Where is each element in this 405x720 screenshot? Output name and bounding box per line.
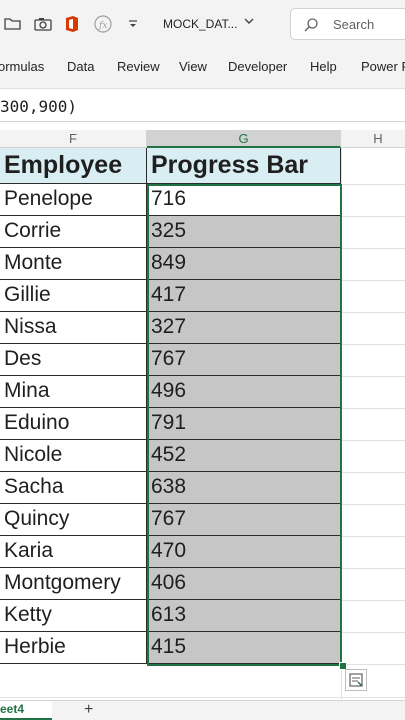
- gridline: [342, 344, 405, 345]
- employee-cell[interactable]: Ketty: [0, 600, 147, 632]
- gridline: [342, 184, 405, 185]
- employee-cell[interactable]: Sacha: [0, 472, 147, 504]
- employee-cell[interactable]: Montgomery: [0, 568, 147, 600]
- header-cell-employee[interactable]: Employee: [0, 148, 147, 184]
- gridline: [342, 472, 405, 473]
- progress-value-cell[interactable]: 767: [147, 504, 341, 536]
- gridline: [341, 148, 342, 700]
- progress-value-cell[interactable]: 415: [147, 632, 341, 664]
- employee-cell[interactable]: Mina: [0, 376, 147, 408]
- quick-analysis-icon: [349, 673, 363, 687]
- tab-power-pivot[interactable]: Power P: [361, 59, 405, 74]
- column-headers: F G H: [0, 130, 405, 148]
- gridline: [342, 568, 405, 569]
- tab-view[interactable]: View: [179, 59, 207, 74]
- progress-value-cell[interactable]: 417: [147, 280, 341, 312]
- gridline: [342, 600, 405, 601]
- formula-bar[interactable]: 300,900): [0, 88, 405, 122]
- gridline: [342, 280, 405, 281]
- employee-cell[interactable]: Monte: [0, 248, 147, 280]
- gridline: [342, 248, 405, 249]
- open-folder-icon[interactable]: [4, 16, 22, 32]
- tab-data[interactable]: Data: [67, 59, 94, 74]
- gridline: [0, 697, 405, 698]
- search-input[interactable]: Search: [290, 8, 405, 40]
- formula-text[interactable]: 300,900): [0, 97, 77, 116]
- file-name[interactable]: MOCK_DAT...: [163, 17, 237, 31]
- tab-formulas[interactable]: ormulas: [0, 59, 44, 74]
- employee-cell[interactable]: Eduino: [0, 408, 147, 440]
- gridline: [342, 216, 405, 217]
- tab-developer[interactable]: Developer: [228, 59, 287, 74]
- employee-cell[interactable]: Nissa: [0, 312, 147, 344]
- column-header-f[interactable]: F: [0, 130, 147, 148]
- progress-value-cell[interactable]: 327: [147, 312, 341, 344]
- employee-cell[interactable]: Karia: [0, 536, 147, 568]
- svg-text:fx: fx: [98, 21, 107, 31]
- employee-cell[interactable]: Quincy: [0, 504, 147, 536]
- gridline: [342, 408, 405, 409]
- add-sheet-button[interactable]: +: [84, 701, 93, 719]
- sheet-tab-bar: eet4 +: [0, 700, 405, 720]
- employee-cell[interactable]: Gillie: [0, 280, 147, 312]
- quick-analysis-button[interactable]: [345, 669, 367, 691]
- formula-fx-icon[interactable]: fx: [94, 15, 112, 33]
- column-header-g[interactable]: G: [147, 130, 341, 148]
- gridline: [342, 664, 405, 665]
- tab-review[interactable]: Review: [117, 59, 160, 74]
- gridline: [342, 504, 405, 505]
- search-icon: [303, 17, 319, 33]
- progress-value-cell[interactable]: 791: [147, 408, 341, 440]
- employee-cell[interactable]: Des: [0, 344, 147, 376]
- gridline: [342, 312, 405, 313]
- progress-value-cell[interactable]: 325: [147, 216, 341, 248]
- gridline: [342, 376, 405, 377]
- progress-value-cell[interactable]: 496: [147, 376, 341, 408]
- employee-cell[interactable]: Corrie: [0, 216, 147, 248]
- progress-value-cell[interactable]: 470: [147, 536, 341, 568]
- progress-value-cell[interactable]: 613: [147, 600, 341, 632]
- gridline: [342, 440, 405, 441]
- progress-value-cell[interactable]: 406: [147, 568, 341, 600]
- employee-cell[interactable]: Herbie: [0, 632, 147, 664]
- office-icon[interactable]: [63, 16, 81, 32]
- progress-value-cell[interactable]: 767: [147, 344, 341, 376]
- progress-value-cell[interactable]: 452: [147, 440, 341, 472]
- customize-toolbar-icon[interactable]: [124, 16, 142, 32]
- gridline: [342, 632, 405, 633]
- title-bar: fx MOCK_DAT... Search: [0, 0, 405, 48]
- employee-cell[interactable]: Nicole: [0, 440, 147, 472]
- column-header-h[interactable]: H: [341, 130, 405, 148]
- search-placeholder: Search: [333, 17, 375, 32]
- gridline: [342, 536, 405, 537]
- progress-value-cell[interactable]: 716: [147, 184, 341, 216]
- tab-help[interactable]: Help: [310, 59, 337, 74]
- camera-icon[interactable]: [34, 16, 52, 32]
- ribbon-tabs: ormulas Data Review View Developer Help …: [0, 48, 405, 88]
- header-cell-progress-bar[interactable]: Progress Bar: [147, 148, 341, 184]
- employee-cell[interactable]: Penelope: [0, 184, 147, 216]
- progress-value-cell[interactable]: 638: [147, 472, 341, 504]
- chevron-down-icon[interactable]: [242, 14, 256, 28]
- sheet-tab-active[interactable]: eet4: [0, 701, 52, 720]
- progress-value-cell[interactable]: 849: [147, 248, 341, 280]
